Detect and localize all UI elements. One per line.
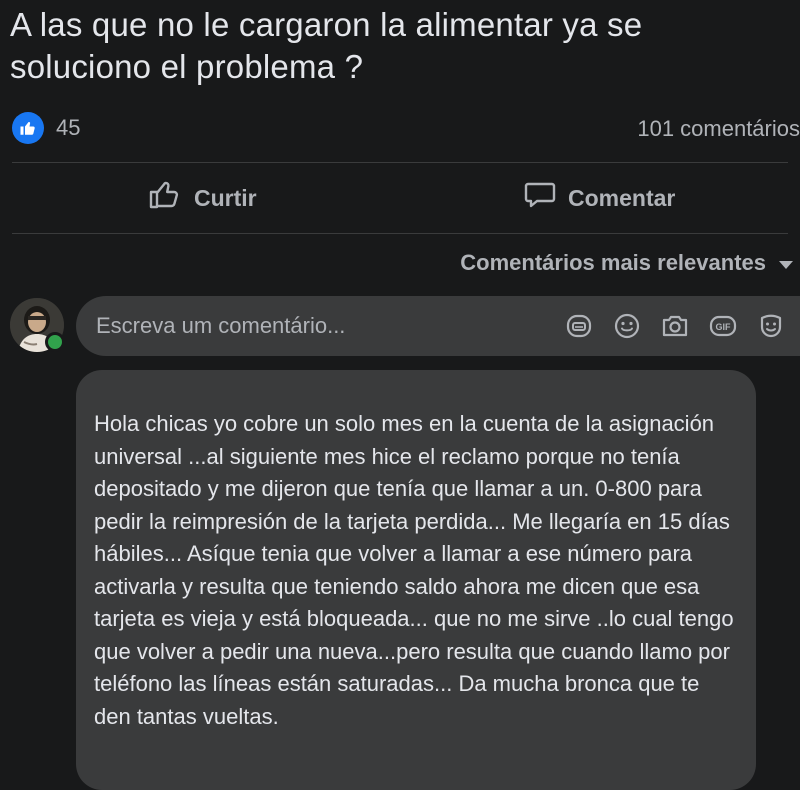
comment-bubble-icon: [524, 180, 556, 216]
camera-icon[interactable]: [660, 311, 690, 341]
sticker-icon[interactable]: [564, 311, 594, 341]
gif-icon[interactable]: GIF: [708, 311, 738, 341]
comment-label: Comentar: [568, 184, 676, 211]
user-avatar[interactable]: [10, 298, 65, 352]
avatar-sticker-icon[interactable]: [756, 311, 786, 341]
svg-text:GIF: GIF: [716, 322, 732, 332]
reactions-summary[interactable]: 45: [12, 112, 80, 144]
comment-input[interactable]: [94, 312, 564, 340]
post-title: A las que no le cargaron la alimentar ya…: [10, 6, 643, 85]
comment-button[interactable]: Comentar: [524, 172, 675, 224]
caret-down-icon: [778, 250, 794, 276]
comment-sort-dropdown[interactable]: Comentários mais relevantes: [460, 250, 794, 276]
like-button[interactable]: Curtir: [148, 172, 257, 224]
like-reaction-icon: [12, 112, 44, 144]
bottom-divider: [12, 233, 788, 234]
like-label: Curtir: [194, 184, 257, 211]
comment-composer[interactable]: GIF: [76, 296, 800, 356]
emoji-icon[interactable]: [612, 311, 642, 341]
thumbs-up-icon: [148, 180, 182, 216]
sort-label: Comentários mais relevantes: [460, 250, 766, 275]
online-status-indicator: [45, 332, 65, 352]
composer-icons: GIF: [564, 311, 786, 341]
comments-count-link[interactable]: 101 comentários: [637, 116, 800, 142]
comment-text: Hola chicas yo cobre un solo mes en la c…: [94, 411, 734, 729]
reaction-count: 45: [56, 115, 81, 140]
top-divider: [12, 162, 788, 163]
